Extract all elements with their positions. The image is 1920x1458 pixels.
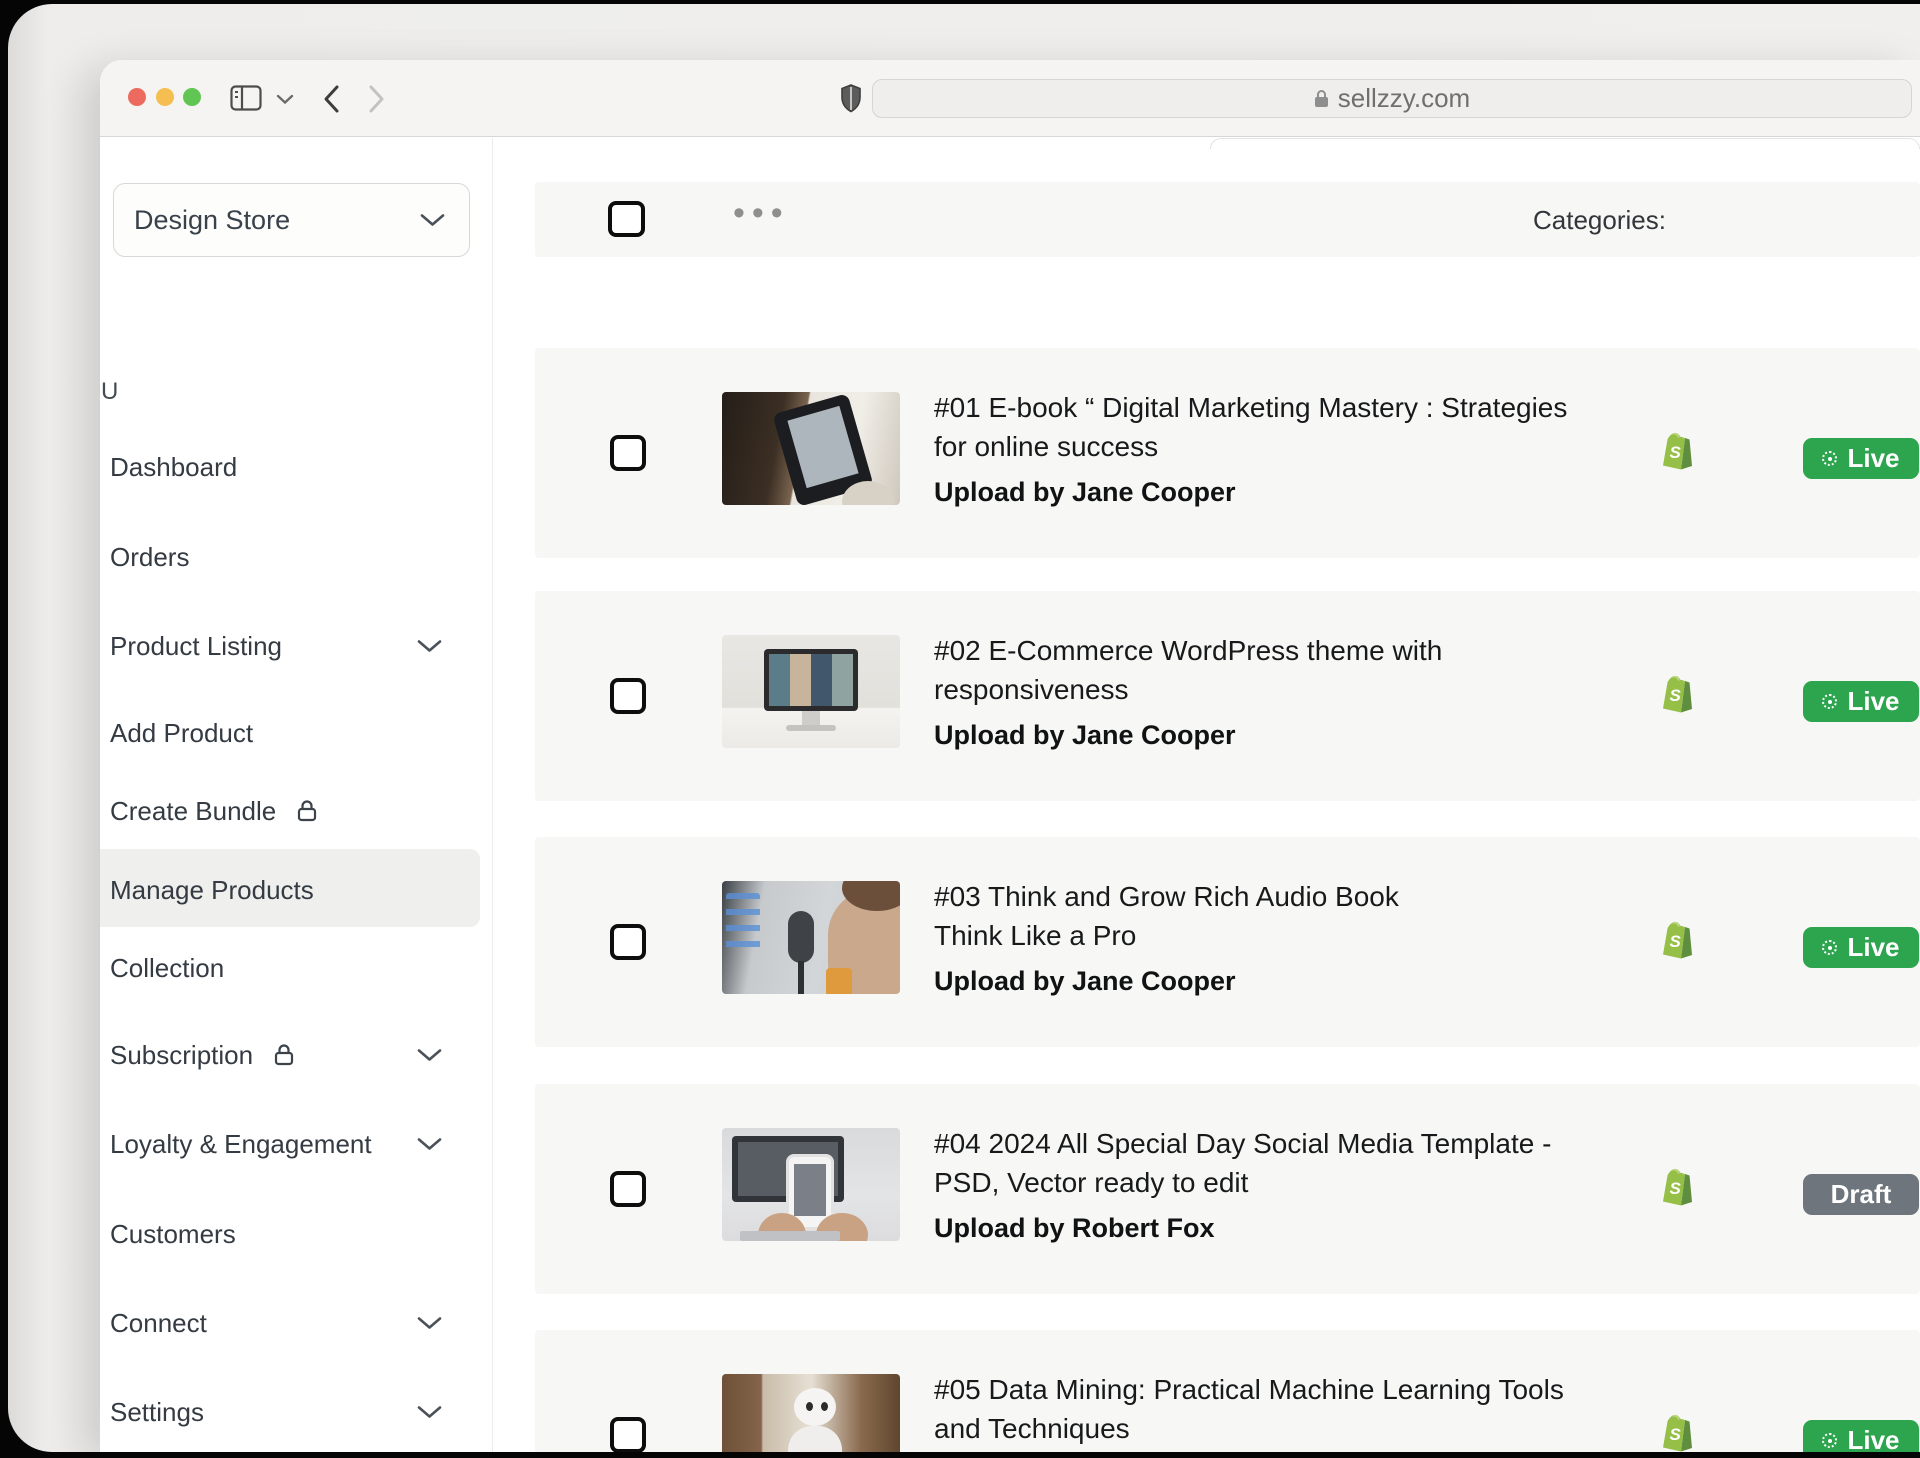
sidebar-item-manage-products[interactable]: Manage Products [108,868,480,912]
product-row: #02 E-Commerce WordPress theme with resp… [535,591,1920,801]
lock-icon [273,1043,403,1067]
sidebar-item-connect[interactable]: Connect [108,1301,480,1345]
search-box-partial [1210,138,1920,149]
svg-text:S: S [1670,686,1682,705]
store-selector[interactable]: Design Store [113,183,470,257]
product-thumbnail[interactable] [722,1374,900,1452]
forward-button[interactable] [368,84,386,119]
product-info[interactable]: #02 E-Commerce WordPress theme with resp… [934,631,1654,751]
url-text: sellzzy.com [1338,83,1470,114]
sidebar-item-settings[interactable]: Settings [108,1390,480,1434]
product-info[interactable]: #04 2024 All Special Day Social Media Te… [934,1124,1654,1244]
sidebar-item-orders[interactable]: Orders [108,535,480,579]
sidebar-item-product-listing[interactable]: Product Listing [108,624,480,668]
product-row: #04 2024 All Special Day Social Media Te… [535,1084,1920,1294]
chevron-down-icon [417,639,442,653]
chevron-down-icon [420,213,445,227]
canvas-bottom-edge [0,1452,1920,1458]
product-thumbnail[interactable] [722,635,900,748]
product-thumbnail[interactable] [722,881,900,994]
zoom-window-button[interactable] [183,88,201,106]
live-indicator-icon [1822,694,1837,709]
sidebar-item-customers[interactable]: Customers [108,1212,480,1256]
sidebar-item-create-bundle[interactable]: Create Bundle [108,789,480,833]
product-title: #05 Data Mining: Practical Machine Learn… [934,1370,1654,1409]
product-title-line2: responsiveness [934,670,1654,709]
more-actions-button[interactable]: ••• [733,194,790,233]
sidebar-item-loyalty-engagement[interactable]: Loyalty & Engagement [108,1122,480,1166]
status-badge: Live [1803,438,1919,479]
tab-overview-chevron-icon[interactable] [276,92,294,110]
svg-text:S: S [1670,932,1682,951]
main-content: ••• Categories: All Items All Items Sing… [493,138,1920,1452]
status-badge: Live [1803,1420,1919,1452]
product-row: #01 E-book “ Digital Marketing Mastery :… [535,348,1920,558]
product-title-line2: PSD, Vector ready to edit [934,1163,1654,1202]
categories-label: Categories: [1533,205,1666,236]
product-title-line2: Think Like a Pro [934,916,1654,955]
product-uploader: Upload by Jane Cooper [934,720,1654,751]
product-title: #01 E-book “ Digital Marketing Mastery :… [934,388,1654,427]
product-info[interactable]: #05 Data Mining: Practical Machine Learn… [934,1370,1654,1452]
chevron-down-icon [417,1405,442,1419]
shopify-icon: S [1660,920,1694,965]
status-badge: Live [1803,927,1919,968]
product-info[interactable]: #01 E-book “ Digital Marketing Mastery :… [934,388,1654,508]
product-title: #02 E-Commerce WordPress theme with [934,631,1654,670]
shopify-icon: S [1660,674,1694,719]
store-selector-label: Design Store [134,205,420,236]
shopify-icon: S [1660,1413,1694,1452]
product-info[interactable]: #03 Think and Grow Rich Audio Book Think… [934,877,1654,997]
back-button[interactable] [322,84,340,119]
chevron-down-icon [417,1048,442,1062]
status-badge: Live [1803,681,1919,722]
sidebar-toggle-icon[interactable] [230,85,262,116]
sidebar: Design Store U Dashboard Orders Product … [100,138,493,1452]
row-checkbox[interactable] [610,1417,646,1452]
row-checkbox[interactable] [610,1171,646,1207]
minimize-window-button[interactable] [156,88,174,106]
product-title: #04 2024 All Special Day Social Media Te… [934,1124,1654,1163]
sidebar-item-subscription[interactable]: Subscription [108,1033,480,1077]
browser-chrome: sellzzy.com [100,60,1920,137]
product-title: #03 Think and Grow Rich Audio Book [934,877,1654,916]
select-all-checkbox[interactable] [608,201,645,237]
row-checkbox[interactable] [610,435,646,471]
svg-text:S: S [1670,1179,1682,1198]
sidebar-item-dashboard[interactable]: Dashboard [108,445,480,489]
sidebar-item-add-product[interactable]: Add Product [108,711,480,755]
row-checkbox[interactable] [610,924,646,960]
svg-text:S: S [1670,443,1682,462]
product-row: #05 Data Mining: Practical Machine Learn… [535,1330,1920,1452]
product-thumbnail[interactable] [722,1128,900,1241]
lock-icon [1314,89,1329,108]
svg-text:S: S [1670,1425,1682,1444]
status-badge: Draft [1803,1174,1919,1215]
sidebar-section-label: U [101,378,118,406]
live-indicator-icon [1822,451,1837,466]
browser-window: sellzzy.com Design Store U Dashboard Ord… [100,60,1920,1452]
lock-icon [296,799,318,823]
live-indicator-icon [1822,1433,1837,1448]
sidebar-item-collection[interactable]: Collection [108,946,480,990]
address-bar[interactable]: sellzzy.com [872,79,1912,118]
product-title-line2: and Techniques [934,1409,1654,1448]
shopify-icon: S [1660,431,1694,476]
product-uploader: Upload by Jane Cooper [934,966,1654,997]
privacy-shield-icon[interactable] [840,84,862,118]
product-thumbnail[interactable] [722,392,900,505]
live-indicator-icon [1822,940,1837,955]
product-title-line2: for online success [934,427,1654,466]
product-uploader: Upload by Jane Cooper [934,477,1654,508]
product-uploader: Upload by Robert Fox [934,1213,1654,1244]
chevron-down-icon [417,1137,442,1151]
row-checkbox[interactable] [610,678,646,714]
chevron-down-icon [417,1316,442,1330]
product-row: #03 Think and Grow Rich Audio Book Think… [535,837,1920,1047]
list-toolbar: ••• Categories: [535,182,1920,257]
close-window-button[interactable] [128,88,146,106]
shopify-icon: S [1660,1167,1694,1212]
